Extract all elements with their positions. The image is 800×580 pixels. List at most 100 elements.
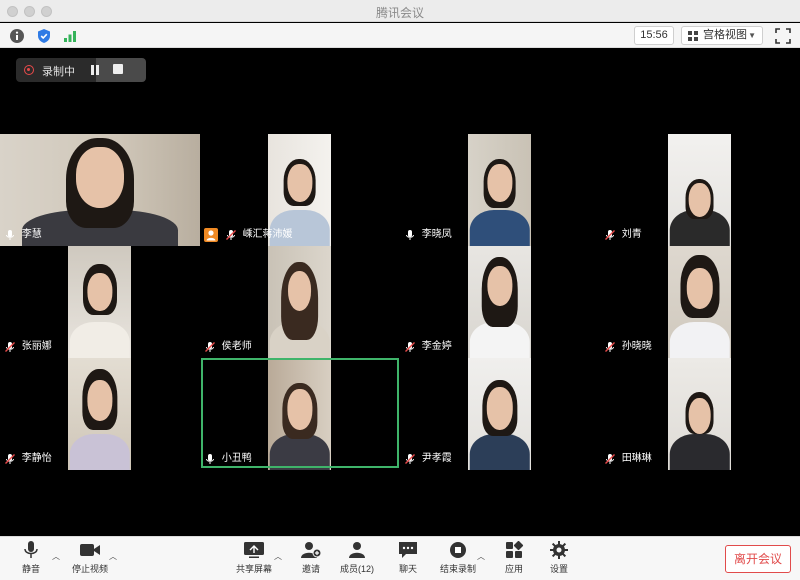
participant-nametag: 孙晓晓 bbox=[604, 338, 652, 356]
view-mode-dropdown[interactable]: 宫格视图 ▼ bbox=[681, 26, 763, 45]
chat-label: 聊天 bbox=[398, 564, 417, 574]
video-tile[interactable]: 李晓凤 bbox=[400, 134, 600, 246]
participant-name: 嵊汇蒋沛媛 bbox=[242, 229, 293, 240]
pause-recording-icon[interactable] bbox=[91, 65, 99, 75]
invite-button[interactable]: 邀请 bbox=[298, 541, 324, 575]
share-screen-button[interactable]: 共享屏幕 bbox=[236, 541, 272, 575]
leave-meeting-button[interactable]: 离开会议 bbox=[725, 545, 791, 573]
microphone-muted-icon bbox=[205, 342, 215, 352]
chevron-up-icon[interactable]: ︿ bbox=[274, 551, 282, 562]
chevron-up-icon[interactable]: ︿ bbox=[52, 551, 60, 562]
signal-icon[interactable] bbox=[62, 28, 78, 44]
microphone-icon bbox=[24, 541, 38, 558]
members-icon bbox=[349, 542, 365, 558]
microphone-muted-icon bbox=[5, 454, 15, 464]
participant-nametag: 田琳琳 bbox=[604, 450, 652, 468]
share-screen-icon bbox=[244, 542, 264, 558]
participant-name: 张丽娜 bbox=[21, 341, 52, 352]
chevron-up-icon[interactable]: ︿ bbox=[109, 551, 117, 562]
participant-nametag: 刘青 bbox=[604, 226, 642, 244]
members-button[interactable]: 成员(12) bbox=[340, 541, 374, 575]
microphone-muted-icon bbox=[225, 230, 236, 240]
title-bar: 腾讯会议 bbox=[0, 0, 800, 22]
members-label: 成员(12) bbox=[340, 564, 375, 574]
grid-view-icon bbox=[688, 31, 698, 41]
stop-recording-icon bbox=[450, 542, 466, 558]
participant-name: 李慧 bbox=[21, 229, 42, 240]
microphone-muted-icon bbox=[605, 230, 615, 240]
chat-icon bbox=[399, 542, 417, 558]
participant-name: 孙晓晓 bbox=[621, 341, 652, 352]
participant-nametag: 张丽娜 bbox=[4, 338, 52, 356]
chat-button[interactable]: 聊天 bbox=[395, 541, 421, 575]
participant-nametag: 李晓凤 bbox=[404, 226, 452, 244]
meeting-window: 腾讯会议 15:56 宫格视图 ▼ 录制中 李慧 嵊汇蒋沛媛 李晓凤 刘青 张丽… bbox=[0, 0, 800, 580]
invite-label: 邀请 bbox=[301, 564, 320, 574]
video-tile[interactable]: 张丽娜 bbox=[0, 246, 200, 358]
video-feed bbox=[668, 246, 731, 358]
video-tile[interactable]: 李金婷 bbox=[400, 246, 600, 358]
microphone-muted-icon bbox=[5, 342, 15, 352]
participant-nametag: 李慧 bbox=[4, 226, 42, 244]
video-tile[interactable]: 李慧 bbox=[0, 134, 200, 246]
active-speaker-border bbox=[201, 358, 399, 468]
apps-icon bbox=[506, 541, 524, 558]
host-avatar-icon bbox=[204, 228, 218, 242]
participant-name: 侯老师 bbox=[221, 341, 252, 352]
stop-recording-button[interactable]: 结束录制 bbox=[440, 541, 476, 575]
video-tile[interactable]: 嵊汇蒋沛媛 bbox=[200, 134, 400, 246]
stop-recording-icon[interactable] bbox=[113, 64, 123, 74]
video-tile[interactable]: 尹孝霞 bbox=[400, 358, 600, 470]
participant-name: 李晓凤 bbox=[421, 229, 452, 240]
participant-name: 田琳琳 bbox=[621, 453, 652, 464]
video-feed bbox=[468, 358, 531, 470]
video-feed bbox=[668, 134, 731, 246]
mute-label: 静音 bbox=[21, 564, 40, 574]
microphone-muted-icon bbox=[605, 454, 615, 464]
video-feed bbox=[468, 134, 531, 246]
participant-nametag: 李静怡 bbox=[4, 450, 52, 468]
gear-icon bbox=[550, 541, 568, 559]
participant-name: 李静怡 bbox=[21, 453, 52, 464]
participant-name: 刘青 bbox=[621, 229, 642, 240]
video-tile[interactable]: 孙晓晓 bbox=[600, 246, 800, 358]
video-tile[interactable]: 李静怡 bbox=[0, 358, 200, 470]
microphone-icon bbox=[406, 230, 414, 240]
settings-button[interactable]: 设置 bbox=[546, 541, 572, 575]
stop-recording-label: 结束录制 bbox=[440, 564, 477, 574]
shield-icon[interactable] bbox=[36, 28, 52, 44]
stop-video-button[interactable]: 停止视频 bbox=[70, 541, 110, 575]
video-feed bbox=[268, 246, 331, 358]
video-feed bbox=[68, 246, 131, 358]
microphone-icon bbox=[6, 230, 14, 240]
video-tile[interactable]: 田琳琳 bbox=[600, 358, 800, 470]
chevron-up-icon[interactable]: ︿ bbox=[477, 551, 485, 562]
video-feed bbox=[668, 358, 731, 470]
participant-nametag: 尹孝霞 bbox=[404, 450, 452, 468]
apps-label: 应用 bbox=[504, 564, 523, 574]
recording-dot-icon bbox=[24, 65, 34, 75]
info-icon[interactable] bbox=[9, 28, 25, 44]
apps-button[interactable]: 应用 bbox=[501, 541, 527, 575]
participant-name: 尹孝霞 bbox=[421, 453, 452, 464]
video-tile[interactable]: 刘青 bbox=[600, 134, 800, 246]
meeting-toolbar: 静音 ︿ 停止视频 ︿ 共享屏幕 ︿ 邀请 成员(12) 聊天 结束录制 ︿ 应… bbox=[0, 536, 800, 580]
meeting-clock: 15:56 bbox=[634, 26, 674, 45]
add-user-icon bbox=[301, 542, 322, 558]
video-tile[interactable]: 侯老师 bbox=[200, 246, 400, 358]
participant-nametag: 嵊汇蒋沛媛 bbox=[204, 226, 293, 244]
settings-label: 设置 bbox=[549, 564, 568, 574]
share-screen-label: 共享屏幕 bbox=[236, 564, 273, 574]
video-camera-icon bbox=[80, 544, 100, 556]
video-feed bbox=[68, 358, 131, 470]
microphone-muted-icon bbox=[605, 342, 615, 352]
meeting-info-bar: 15:56 宫格视图 ▼ bbox=[0, 23, 800, 48]
view-mode-label: 宫格视图 bbox=[703, 29, 747, 41]
fullscreen-icon[interactable] bbox=[774, 27, 792, 45]
mute-button[interactable]: 静音 bbox=[16, 541, 46, 575]
microphone-muted-icon bbox=[405, 454, 415, 464]
participant-nametag: 侯老师 bbox=[204, 338, 252, 356]
video-feed bbox=[468, 246, 531, 358]
participant-name: 李金婷 bbox=[421, 341, 452, 352]
participant-nametag: 李金婷 bbox=[404, 338, 452, 356]
